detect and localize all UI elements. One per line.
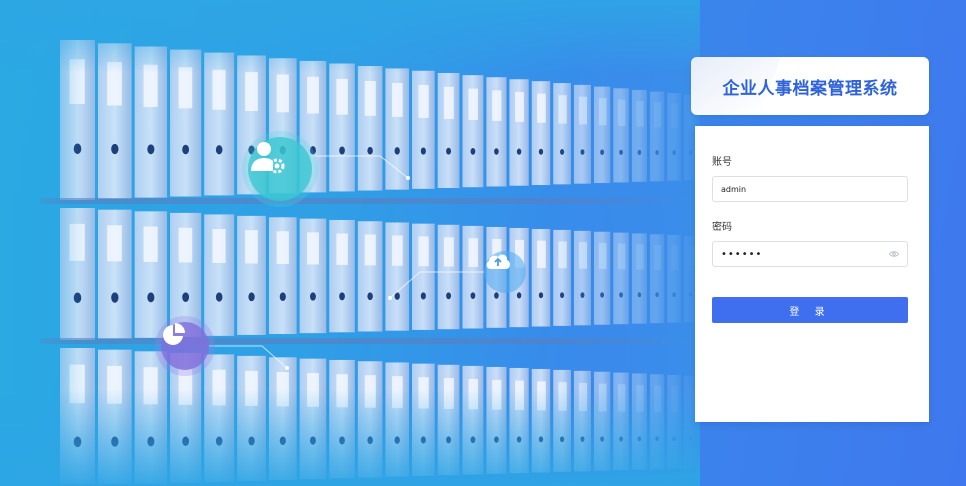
pie-chart-icon — [161, 322, 209, 370]
login-form: 账号 密码 登 录 — [695, 126, 929, 422]
cloud-upload-icon — [484, 251, 526, 293]
password-input[interactable] — [721, 248, 889, 260]
user-gear-icon — [248, 137, 312, 201]
login-button[interactable]: 登 录 — [712, 297, 908, 323]
eye-icon[interactable] — [889, 250, 899, 258]
app-title: 企业人事档案管理系统 — [722, 78, 898, 99]
hero-illustration — [0, 0, 700, 486]
password-field[interactable] — [712, 241, 908, 267]
password-label: 密码 — [712, 222, 732, 233]
archive-shelves-graphic — [0, 0, 700, 486]
system-title-card: 企业人事档案管理系统 — [691, 57, 929, 115]
account-field[interactable] — [712, 176, 908, 202]
account-input[interactable] — [721, 184, 899, 194]
account-label: 账号 — [712, 157, 732, 168]
